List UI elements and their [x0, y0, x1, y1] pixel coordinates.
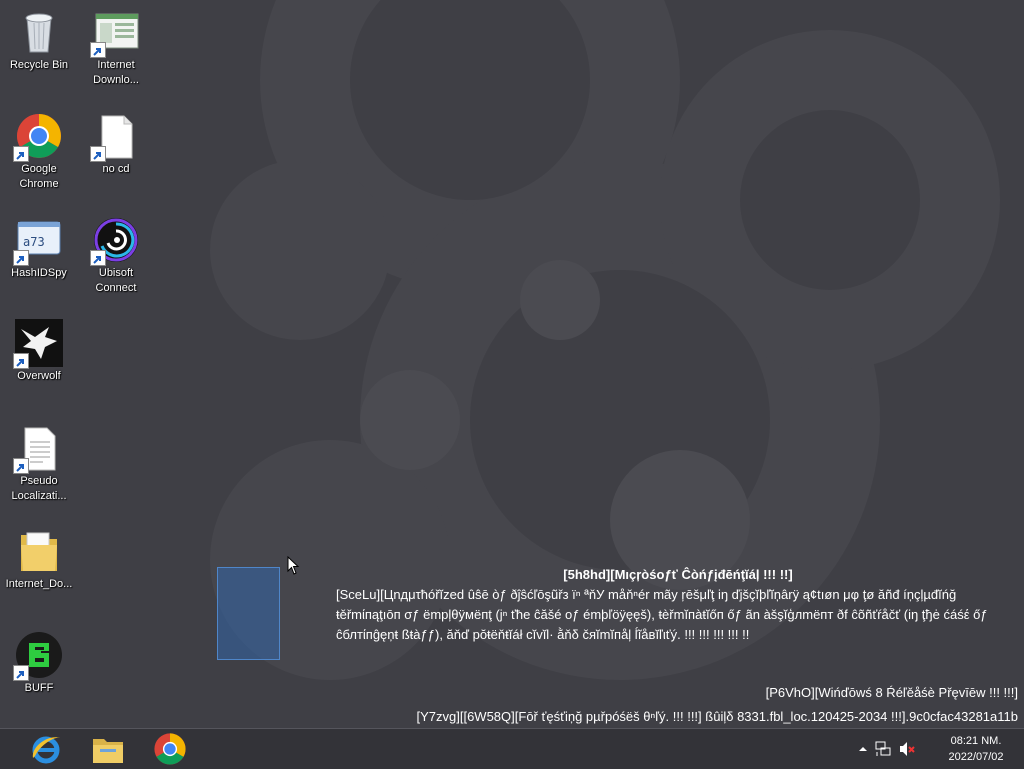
desktop-icon-label: no cd	[102, 163, 130, 175]
shortcut-arrow-icon	[13, 250, 29, 266]
desktop-icon-label: BUFF	[24, 682, 54, 694]
clock-date: 2022/07/02	[948, 751, 1004, 763]
blank-file-icon	[90, 112, 140, 162]
desktop-icon-recycle-bin[interactable]: Recycle Bin	[1, 8, 77, 73]
desktop-icon-pseudo-localization[interactable]: Pseudo Localizati...	[1, 424, 77, 504]
overwolf-icon	[13, 319, 63, 369]
desktop-icon-label: HashIDSpy	[11, 267, 67, 279]
desktop-icon-label: Google Chrome	[19, 163, 59, 190]
clock-time: 08:21 NM.	[950, 735, 1002, 747]
mouse-cursor-icon	[287, 556, 300, 575]
desktop-icon-label: Pseudo Localizati...	[11, 475, 67, 502]
build-watermark-line1: [P6VhO][Wińďōwś 8 Ŕéľěåśè Přęvīēw !!! !!…	[765, 685, 1018, 700]
taskbar-file-explorer[interactable]	[80, 732, 136, 766]
desktop-icon-label: Internet_Do...	[5, 578, 73, 590]
shortcut-arrow-icon	[90, 146, 106, 162]
internet-download-icon	[90, 8, 140, 58]
shortcut-arrow-icon	[13, 458, 29, 474]
ubisoft-icon	[90, 216, 140, 266]
shortcut-arrow-icon	[13, 665, 29, 681]
confidential-body: [SceLu][Цnдμτħóřĭzed ûŝē òƒ ðĵŝćľōşũřз ï…	[336, 587, 988, 642]
desktop-icon-no-cd[interactable]: no cd	[78, 112, 154, 177]
taskbar-clock[interactable]: 08:21 NM. 2022/07/02	[936, 733, 1016, 765]
recycle-bin-icon	[15, 8, 63, 56]
desktop-icon-label: Ubisoft Connect	[95, 267, 137, 294]
shortcut-arrow-icon	[13, 146, 29, 162]
volume-muted-icon[interactable]	[898, 740, 916, 758]
folder-icon	[15, 527, 63, 575]
desktop-icon-label: Overwolf	[17, 370, 61, 382]
desktop-icon-internet-download[interactable]: Internet Downlo...	[78, 8, 154, 88]
desktop-icon-ubisoft-connect[interactable]: Ubisoft Connect	[78, 216, 154, 296]
show-hidden-icons-chevron-icon[interactable]	[858, 744, 868, 754]
desktop-icon-hashidspy[interactable]: a73 HashIDSpy	[1, 216, 77, 281]
shortcut-arrow-icon	[13, 353, 29, 369]
desktop-icon-overwolf[interactable]: Overwolf	[1, 319, 77, 384]
system-tray: 08:21 NM. 2022/07/02	[854, 729, 1024, 769]
drag-selection-rectangle	[217, 567, 280, 660]
hashidspy-icon: a73	[13, 216, 63, 266]
desktop-icon-label: Internet Downlo...	[93, 59, 139, 86]
desktop-icon-buff[interactable]: BUFF	[1, 631, 77, 696]
chrome-icon	[13, 112, 63, 162]
chrome-icon	[154, 733, 186, 765]
file-explorer-icon	[93, 739, 123, 763]
internet-explorer-icon	[32, 736, 60, 764]
confidential-title: [5h8hd][Mıçŗòśoƒť Ĉòńƒįđēńţĭáļ !!! !!]	[563, 567, 793, 582]
svg-text:a73: a73	[23, 235, 45, 249]
desktop-icon-label: Recycle Bin	[9, 59, 69, 71]
shortcut-arrow-icon	[90, 42, 106, 58]
confidential-notice: [5h8hd][Mıçŗòśoƒť Ĉòńƒįđēńţĭáļ !!! !!] […	[336, 565, 1020, 645]
desktop-icon-google-chrome[interactable]: Google Chrome	[1, 112, 77, 192]
text-file-icon	[13, 424, 63, 474]
build-watermark-line2: [Y7zvg][[6W58Q][Fōř ťęśťiņğ pµřpóśëš θⁿľ…	[416, 709, 1019, 724]
desktop-icon-internet-do-folder[interactable]: Internet_Do...	[1, 527, 77, 592]
buff-icon	[13, 631, 63, 681]
taskbar: 08:21 NM. 2022/07/02	[0, 728, 1024, 769]
taskbar-internet-explorer[interactable]	[18, 732, 74, 766]
shortcut-arrow-icon	[90, 250, 106, 266]
network-icon[interactable]	[874, 740, 892, 758]
taskbar-chrome[interactable]	[142, 732, 198, 766]
